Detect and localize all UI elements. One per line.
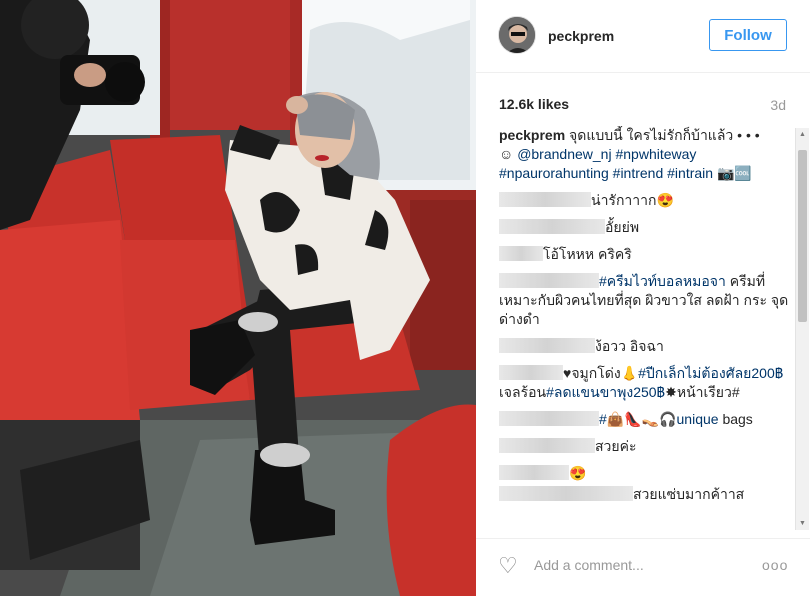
scrollbar-thumb[interactable] [798,150,807,322]
comment-item: อั้ยย่พ [499,218,795,237]
comment-item: น่ารักาาาก😍 [499,191,795,210]
heart-outline-icon[interactable]: ♡ [498,554,518,578]
hashtag-link[interactable]: #ครีมไวท์บอลหมอจา [599,273,726,289]
caption-emojis: 📷🆒 [716,165,752,181]
mention-link[interactable]: @brandnew_nj [517,146,611,162]
likes-count[interactable]: 12.6k likes [499,96,569,112]
blurred-username [499,438,595,453]
user-avatar[interactable] [498,16,536,54]
comment-text: 😍 [569,465,587,481]
comment-text: สวยแซ่บมากค้าาส [633,486,745,502]
comments-scrollbar[interactable]: ▲ ▼ [795,128,809,530]
blurred-username [499,219,605,234]
hashtag-link[interactable]: #npwhiteway [615,146,696,162]
avatar-image [499,17,535,53]
caption-text: จุดแบบนี้ ใครไม่รักก็บ้าแล้ว • • • [569,127,760,143]
comment-text: bags [718,411,753,427]
blurred-username [499,486,633,501]
blurred-username [499,338,595,353]
hashtag-link[interactable]: #intrend [613,165,664,181]
smile-emoji: ☺ [499,146,514,162]
comment-text: ✸หน้าเรียว# [665,384,740,400]
comment-text: อั้ยย่พ [605,219,640,235]
comment-text: ♥จมูกโด่ง👃 [563,365,639,381]
photo-illustration [0,0,476,596]
post-footer: ♡ Add a comment... ooo [476,538,810,597]
hashtag-link[interactable]: #ปีกเล็กไม่ต้องศัลย200฿ [638,365,783,381]
comment-text: เจลร้อน [499,384,547,400]
username-link[interactable]: peckprem [548,28,614,44]
scroll-up-icon[interactable]: ▲ [799,131,806,138]
comment-text: ง้อวว อิจฉา [595,338,664,354]
comment-item: ง้อวว อิจฉา [499,337,795,356]
comment-text: โอ้โหหห คริคริ [543,246,632,262]
comment-item: โอ้โหหห คริคริ [499,245,795,264]
more-options-icon[interactable]: ooo [762,557,788,573]
post-photo[interactable] [0,0,476,596]
hashtag-link[interactable]: #npaurorahunting [499,165,609,181]
post-sidebar: peckprem Follow 12.6k likes 3d peckprem … [476,0,810,596]
add-comment-input[interactable]: Add a comment... [534,557,644,573]
comments-list: peckprem จุดแบบนี้ ใครไม่รักก็บ้าแล้ว • … [499,126,795,531]
blurred-username [499,411,599,426]
caption: peckprem จุดแบบนี้ ใครไม่รักก็บ้าแล้ว • … [499,126,795,183]
follow-button[interactable]: Follow [709,19,787,51]
blurred-username [499,365,563,380]
scroll-down-icon[interactable]: ▼ [799,520,806,527]
post-header: peckprem Follow [476,0,810,73]
hashtag-link[interactable]: #intrain [667,165,713,181]
blurred-username [499,273,599,288]
comment-item: สวยแซ่บมากค้าาส [499,485,795,504]
comment-text: น่ารักาาาก😍 [591,192,674,208]
comment-item: #ครีมไวท์บอลหมอจา ครีมที่เหมาะกับผิวคนไท… [499,272,795,329]
comment-item: สวยค่ะ [499,437,795,456]
blurred-username [499,465,569,480]
comment-text: สวยค่ะ [595,438,637,454]
comment-item: 😍 [499,464,795,483]
comment-item: #👜👠👡🎧unique bags [499,410,795,429]
hashtag-link[interactable]: #👜👠👡🎧unique [599,411,719,427]
post-age[interactable]: 3d [770,97,786,113]
caption-username[interactable]: peckprem [499,127,565,143]
blurred-username [499,192,591,207]
hashtag-link[interactable]: #ลดแขนขาพุง250฿ [546,384,665,400]
comment-item: ♥จมูกโด่ง👃#ปีกเล็กไม่ต้องศัลย200฿ เจลร้อ… [499,364,795,402]
blurred-username [499,246,543,261]
